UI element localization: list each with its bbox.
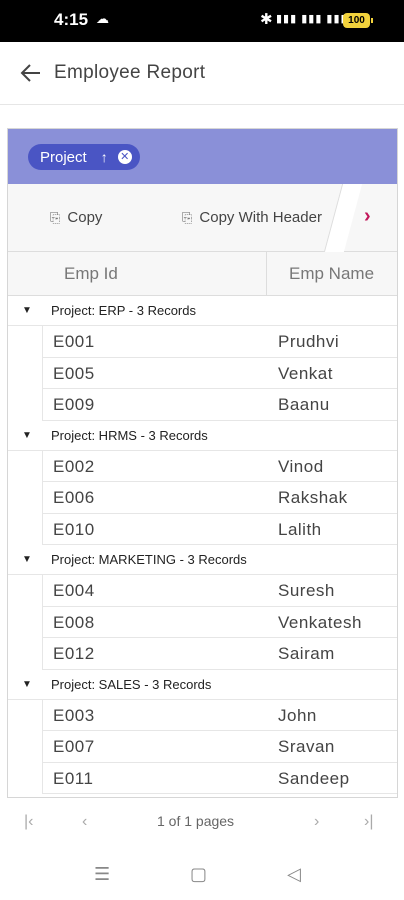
cell-emp-name: Sravan <box>278 737 335 756</box>
cell-emp-name: Baanu <box>278 395 330 414</box>
cell-emp-name: Venkat <box>278 363 333 383</box>
cell-emp-id: E009 <box>53 395 95 414</box>
table-row[interactable]: E005 Venkat <box>42 357 397 389</box>
group-label: Project: ERP - 3 Records <box>51 303 196 318</box>
cell-emp-name: Lalith <box>278 519 322 539</box>
copy-icon: ⎘ <box>50 209 61 225</box>
column-header-emp-name[interactable]: Emp Name <box>289 264 374 284</box>
battery-icon: 100 <box>343 13 373 28</box>
group-label: Project: MARKETING - 3 Records <box>51 552 247 567</box>
cell-emp-id: E008 <box>53 612 95 632</box>
cell-emp-id: E007 <box>53 737 95 756</box>
copy-with-header-button[interactable]: ⎘ Copy With Header <box>182 209 322 226</box>
group-chip[interactable]: Project ↑ ✕ <box>28 144 140 170</box>
previous-page-icon[interactable]: ‹ <box>82 813 87 831</box>
signal-icon: ▮▮▮ ▮▮▮ ▮▮▮ <box>276 13 348 25</box>
cell-emp-name: Sairam <box>278 644 335 663</box>
group-row[interactable]: ▼ Project: SALES - 3 Records <box>8 669 397 700</box>
app-header: Employee Report <box>0 42 404 105</box>
back-icon[interactable]: ◁ <box>287 864 301 885</box>
group-chip-label: Project <box>40 148 87 166</box>
cell-emp-id: E006 <box>53 488 95 507</box>
grid-body: ▼ Project: ERP - 3 Records E001 Prudhvi E… <box>8 296 397 794</box>
table-row[interactable]: E001 Prudhvi <box>42 326 397 358</box>
pager: |‹ ‹ 1 of 1 pages › ›| <box>0 805 404 841</box>
menu-icon[interactable]: ☰ <box>94 864 110 885</box>
group-row[interactable]: ▼ Project: MARKETING - 3 Records <box>8 545 397 575</box>
cell-emp-id: E011 <box>53 768 94 788</box>
cell-emp-id: E003 <box>53 705 95 725</box>
back-arrow-icon[interactable] <box>20 62 42 84</box>
cell-emp-id: E004 <box>53 581 95 600</box>
column-header-emp-id[interactable]: Emp Id <box>64 264 118 284</box>
cell-emp-id: E010 <box>53 519 95 539</box>
chevron-right-icon[interactable]: › <box>364 205 371 228</box>
group-label: Project: SALES - 3 Records <box>51 676 212 692</box>
data-grid: Project ↑ ✕ ⎘ Copy ⎘ Copy With Header › … <box>7 128 398 798</box>
cell-emp-name: Sandeep <box>278 768 350 788</box>
system-nav-bar: ☰ ▢ ◁ <box>0 850 404 900</box>
cell-emp-name: Venkatesh <box>278 612 362 632</box>
cell-emp-name: John <box>278 705 317 725</box>
collapse-caret-icon[interactable]: ▼ <box>22 554 32 565</box>
collapse-caret-icon[interactable]: ▼ <box>22 679 32 690</box>
table-row[interactable]: E008 Venkatesh <box>42 606 397 638</box>
page-info: 1 of 1 pages <box>157 813 235 829</box>
group-row[interactable]: ▼ Project: ERP - 3 Records <box>8 296 397 326</box>
copy-icon: ⎘ <box>182 209 193 225</box>
table-row[interactable]: E009 Baanu <box>42 389 397 421</box>
cell-emp-id: E001 <box>53 332 95 351</box>
cell-emp-name: Prudhvi <box>278 332 340 351</box>
cell-emp-id: E005 <box>53 363 95 383</box>
home-icon[interactable]: ▢ <box>190 864 207 885</box>
table-row[interactable]: E003 John <box>42 699 397 731</box>
copy-button[interactable]: ⎘ Copy <box>50 209 102 226</box>
group-drop-area: Project ↑ ✕ <box>8 129 397 184</box>
cell-emp-id: E002 <box>53 456 95 476</box>
copy-with-header-label: Copy With Header <box>199 209 322 226</box>
last-page-icon[interactable]: ›| <box>364 813 373 831</box>
collapse-caret-icon[interactable]: ▼ <box>22 305 32 316</box>
column-header: Emp Id Emp Name <box>8 252 397 296</box>
grid-toolbar: ⎘ Copy ⎘ Copy With Header › <box>8 184 397 252</box>
status-bar: 4:15 ☁ ✱ ▮▮▮ ▮▮▮ ▮▮▮ 100 <box>0 0 404 42</box>
cell-emp-id: E012 <box>53 644 95 663</box>
collapse-caret-icon[interactable]: ▼ <box>22 430 32 441</box>
sort-ascending-icon[interactable]: ↑ <box>101 149 108 165</box>
column-separator <box>266 252 267 296</box>
group-row[interactable]: ▼ Project: HRMS - 3 Records <box>8 420 397 451</box>
table-row[interactable]: E006 Rakshak <box>42 482 397 514</box>
table-row[interactable]: E004 Suresh <box>42 575 397 607</box>
status-time: 4:15 <box>54 10 89 29</box>
first-page-icon[interactable]: |‹ <box>24 813 33 831</box>
group-label: Project: HRMS - 3 Records <box>51 427 208 443</box>
table-row[interactable]: E007 Sravan <box>42 731 397 763</box>
cloud-icon: ☁ <box>96 11 109 26</box>
table-row[interactable]: E002 Vinod <box>42 450 397 482</box>
next-page-icon[interactable]: › <box>314 813 319 831</box>
cell-emp-name: Suresh <box>278 581 335 600</box>
page-title: Employee Report <box>54 62 206 83</box>
cell-emp-name: Vinod <box>278 456 324 476</box>
table-row[interactable]: E010 Lalith <box>42 513 397 545</box>
cell-emp-name: Rakshak <box>278 488 348 507</box>
copy-label: Copy <box>67 209 103 226</box>
remove-group-icon[interactable]: ✕ <box>117 150 132 164</box>
table-row[interactable]: E011 Sandeep <box>42 762 397 794</box>
table-row[interactable]: E012 Sairam <box>42 638 397 670</box>
bluetooth-icon: ✱ <box>260 11 273 28</box>
toolbar-separator <box>323 184 363 252</box>
